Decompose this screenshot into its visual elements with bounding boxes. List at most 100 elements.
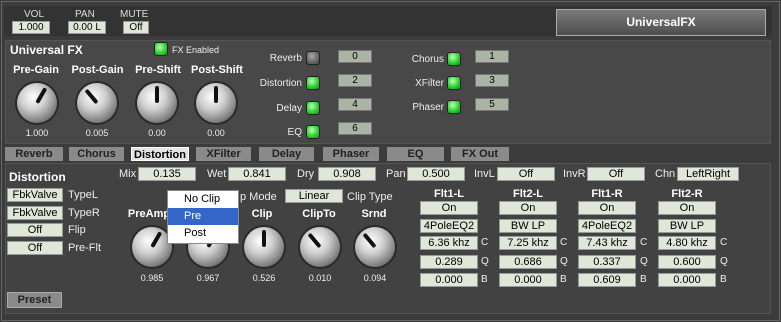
flt1-r-q-label: Q	[640, 256, 648, 267]
dropdown-option-post[interactable]: Post	[168, 225, 238, 242]
mute-value[interactable]: Off	[123, 21, 149, 34]
fx-enabled-led[interactable]	[154, 42, 168, 56]
flt1-r-state[interactable]: On	[578, 201, 636, 215]
flt1-r-b[interactable]: 0.609	[578, 273, 636, 287]
flt2-r-c-label: C	[720, 237, 728, 248]
flt2-l-q[interactable]: 0.686	[499, 255, 557, 269]
post-shift-knob[interactable]	[196, 83, 236, 123]
distortion-led[interactable]	[306, 76, 320, 90]
typel-label: TypeL	[68, 189, 98, 201]
flt2-l-type[interactable]: BW LP	[499, 219, 557, 233]
dropdown-option-pre[interactable]: Pre	[168, 208, 238, 225]
eq-led[interactable]	[306, 125, 320, 139]
flip-button[interactable]: Off	[7, 223, 63, 237]
vol-label: VOL	[24, 9, 45, 20]
tab-xfilter[interactable]: XFilter	[196, 147, 251, 161]
tab-chorus[interactable]: Chorus	[69, 147, 124, 161]
pan-param-value[interactable]: 0.500	[407, 167, 465, 181]
flt2-r-q-label: Q	[720, 256, 728, 267]
plugin-name-button[interactable]: UniversalFX	[556, 9, 766, 36]
reverb-led[interactable]	[306, 51, 320, 65]
flt1-l-b[interactable]: 0.000	[420, 273, 478, 287]
tab-eq[interactable]: EQ	[387, 147, 444, 161]
vol-value[interactable]: 1.000	[12, 21, 50, 34]
flt1-r-freq[interactable]: 7.43 khz	[578, 236, 636, 250]
wet-value[interactable]: 0.841	[228, 167, 286, 181]
dry-value[interactable]: 0.908	[318, 167, 376, 181]
flt2-l-freq[interactable]: 7.25 khz	[499, 236, 557, 250]
flt1-l-type[interactable]: 4PoleEQ2	[420, 219, 478, 233]
flt1-l-freq[interactable]: 6.36 khz	[420, 236, 478, 250]
flt1-l-q[interactable]: 0.289	[420, 255, 478, 269]
distortion-knob-2-value: 0.967	[196, 273, 220, 283]
pre-gain-knob[interactable]	[17, 83, 57, 123]
invl-value[interactable]: Off	[497, 167, 555, 181]
pre-flt-label: Pre-Flt	[68, 242, 101, 254]
clip-type-button[interactable]: Linear	[285, 189, 343, 203]
clipto-knob[interactable]	[300, 227, 340, 267]
flt2-r-type[interactable]: BW LP	[658, 219, 716, 233]
universal-fx-title: Universal FX	[10, 43, 83, 57]
post-shift-value: 0.00	[207, 128, 225, 138]
distortion-order[interactable]: 2	[338, 74, 372, 87]
tab-phaser[interactable]: Phaser	[323, 147, 379, 161]
chorus-order[interactable]: 1	[475, 50, 509, 63]
pre-shift-knob[interactable]	[137, 83, 177, 123]
typel-button[interactable]: FbkValve	[7, 188, 63, 202]
flt2-r-freq[interactable]: 4.80 khz	[658, 236, 716, 250]
preset-button[interactable]: Preset	[7, 292, 62, 308]
chorus-led[interactable]	[447, 52, 461, 66]
reverb-order[interactable]: 0	[338, 50, 372, 63]
flt1-r-b-label: B	[640, 274, 647, 285]
knob-label-srnd: Srnd	[361, 208, 387, 220]
delay-order[interactable]: 4	[338, 98, 372, 111]
flip-label: Flip	[68, 224, 86, 236]
srnd-knob[interactable]	[355, 227, 395, 267]
pan-value[interactable]: 0.00 L	[68, 21, 106, 34]
chain-label-chorus: Chorus	[411, 54, 444, 65]
eq-order[interactable]: 6	[338, 122, 372, 135]
xfilter-led[interactable]	[447, 76, 461, 90]
post-gain-knob[interactable]	[77, 83, 117, 123]
pan-param-label: Pan	[386, 168, 406, 180]
pre-flt-button[interactable]: Off	[7, 241, 63, 255]
tab-delay[interactable]: Delay	[259, 147, 314, 161]
knob-label-post-shift: Post-Shift	[191, 64, 243, 76]
pre-shift-value: 0.00	[148, 128, 166, 138]
invr-value[interactable]: Off	[587, 167, 645, 181]
preamp-knob[interactable]	[132, 227, 172, 267]
chain-label-xfilter: XFilter	[415, 78, 444, 89]
mode-label: p Mode	[240, 191, 277, 203]
flt1-l-q-label: Q	[481, 256, 489, 267]
chn-label: Chn	[655, 168, 676, 180]
flt2-l-b[interactable]: 0.000	[499, 273, 557, 287]
fx-enabled-label: FX Enabled	[172, 45, 220, 55]
flt2-r-q[interactable]: 0.600	[658, 255, 716, 269]
flt1-r-type[interactable]: 4PoleEQ2	[578, 219, 636, 233]
clip-mode-dropdown-menu: No Clip Pre Post	[167, 190, 239, 244]
tab-reverb[interactable]: Reverb	[5, 147, 63, 161]
flt1-l-state[interactable]: On	[420, 201, 478, 215]
typer-button[interactable]: FbkValve	[7, 206, 63, 220]
chain-label-delay: Delay	[276, 103, 302, 114]
post-gain-value: 0.005	[85, 128, 109, 138]
xfilter-order[interactable]: 3	[475, 74, 509, 87]
delay-led[interactable]	[306, 101, 320, 115]
flt1-r-q[interactable]: 0.337	[578, 255, 636, 269]
mix-label: Mix	[119, 168, 137, 180]
phaser-led[interactable]	[447, 100, 461, 114]
srnd-value: 0.094	[363, 273, 387, 283]
phaser-order[interactable]: 5	[475, 98, 509, 111]
invr-label: InvR	[563, 168, 586, 180]
clipto-value: 0.010	[308, 273, 332, 283]
flt2-l-state[interactable]: On	[499, 201, 557, 215]
chain-label-distortion: Distortion	[259, 78, 302, 89]
tab-fx-out[interactable]: FX Out	[451, 147, 509, 161]
flt2-r-b[interactable]: 0.000	[658, 273, 716, 287]
mix-value[interactable]: 0.135	[138, 167, 196, 181]
chn-value[interactable]: LeftRight	[677, 167, 739, 181]
dropdown-option-no-clip[interactable]: No Clip	[168, 191, 238, 208]
flt2-r-state[interactable]: On	[658, 201, 716, 215]
clip-knob[interactable]	[244, 227, 284, 267]
tab-distortion[interactable]: Distortion	[131, 147, 189, 161]
